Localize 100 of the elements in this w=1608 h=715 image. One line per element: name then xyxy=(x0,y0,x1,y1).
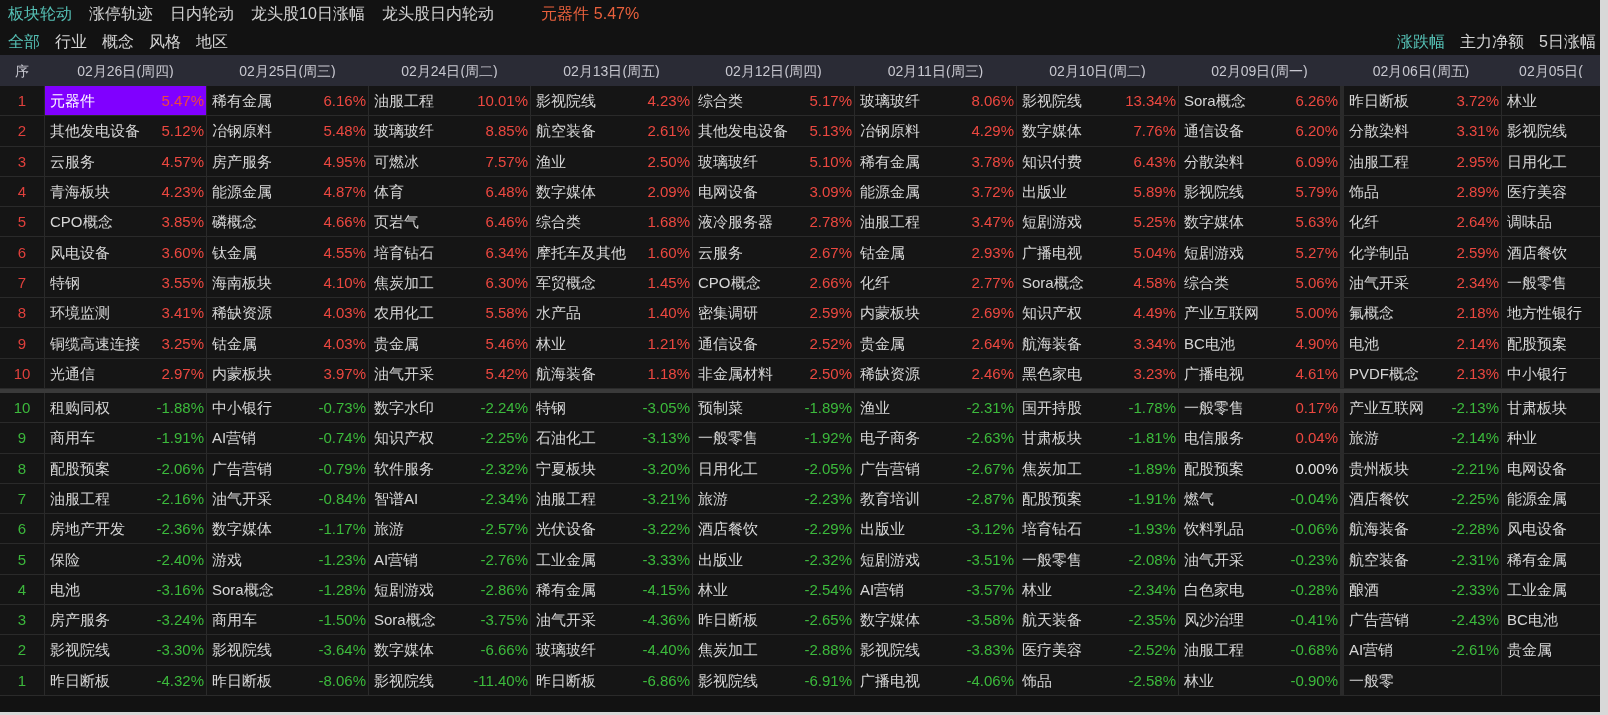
table-cell[interactable]: 知识产权 4.49% xyxy=(1017,298,1178,328)
table-cell[interactable]: 广播电视 5.04% xyxy=(1017,237,1178,267)
table-cell[interactable]: 焦炭加工 -2.88% xyxy=(693,635,854,665)
table-cell[interactable]: 昨日断板 -6.86% xyxy=(531,665,692,695)
table-cell[interactable]: 知识付费 6.43% xyxy=(1017,146,1178,176)
table-cell[interactable]: 保险 -2.40% xyxy=(45,544,206,574)
table-cell[interactable]: 油服工程 3.47% xyxy=(855,207,1016,237)
table-cell[interactable]: 林业 -0.90% xyxy=(1179,665,1340,695)
table-cell[interactable]: 一般零售 xyxy=(1502,267,1600,298)
table-cell[interactable]: PVDF概念 2.13% xyxy=(1344,358,1501,388)
table-cell[interactable]: 广告营销 -2.43% xyxy=(1344,605,1501,635)
table-cell[interactable]: 密集调研 2.59% xyxy=(693,298,854,328)
top-tab[interactable]: 龙头股10日涨幅 xyxy=(251,6,365,22)
table-cell[interactable]: 航空装备 -2.31% xyxy=(1344,544,1501,574)
table-cell[interactable]: 玻璃玻纤 -4.40% xyxy=(531,635,692,665)
table-cell[interactable]: 稀有金属 xyxy=(1502,544,1600,574)
table-cell[interactable]: 玻璃玻纤 8.06% xyxy=(855,86,1016,116)
table-cell[interactable]: 油服工程 2.95% xyxy=(1344,146,1501,176)
table-cell[interactable]: 中小银行 xyxy=(1502,358,1600,388)
table-cell[interactable]: 焦炭加工 -1.89% xyxy=(1017,453,1178,483)
table-cell[interactable]: 短剧游戏 -3.51% xyxy=(855,544,1016,574)
table-cell[interactable]: 焦炭加工 6.30% xyxy=(369,267,530,298)
top-tab[interactable]: 涨停轨迹 xyxy=(89,6,153,22)
table-cell[interactable]: 林业 1.21% xyxy=(531,328,692,358)
table-cell[interactable]: Sora概念 6.26% xyxy=(1179,86,1340,116)
table-cell[interactable]: 数字媒体 2.09% xyxy=(531,176,692,207)
table-cell[interactable]: 昨日断板 -8.06% xyxy=(207,665,368,695)
table-cell[interactable]: 酿酒 -2.33% xyxy=(1344,574,1501,605)
filter-tab[interactable]: 概念 xyxy=(102,33,134,50)
table-cell[interactable]: 电信服务 0.04% xyxy=(1179,423,1340,453)
table-cell[interactable]: 青海板块 4.23% xyxy=(45,176,206,207)
table-cell[interactable]: 云服务 2.67% xyxy=(693,237,854,267)
table-cell[interactable]: 光通信 2.97% xyxy=(45,358,206,388)
table-cell[interactable]: 工业金属 -3.33% xyxy=(531,544,692,574)
table-cell[interactable]: 分散染料 6.09% xyxy=(1179,146,1340,176)
table-cell[interactable]: 出版业 -3.12% xyxy=(855,514,1016,544)
table-cell[interactable]: 贵金属 2.64% xyxy=(855,328,1016,358)
table-cell[interactable]: 旅游 -2.57% xyxy=(369,514,530,544)
table-cell[interactable]: 特钢 -3.05% xyxy=(531,392,692,423)
table-cell[interactable]: 一般零售 0.17% xyxy=(1179,392,1340,423)
table-cell[interactable]: 氟概念 2.18% xyxy=(1344,298,1501,328)
metric-tab[interactable]: 主力净额 xyxy=(1460,33,1525,50)
table-cell[interactable]: 化学制品 2.59% xyxy=(1344,237,1501,267)
table-cell[interactable]: 可燃冰 7.57% xyxy=(369,146,530,176)
table-cell[interactable]: 数字媒体 -1.17% xyxy=(207,514,368,544)
top-tab[interactable]: 龙头股日内轮动 xyxy=(381,6,494,22)
table-cell[interactable]: 出版业 -2.32% xyxy=(693,544,854,574)
table-cell[interactable]: 影视院线 -11.40% xyxy=(369,665,530,695)
table-cell[interactable]: 环境监测 3.41% xyxy=(45,298,206,328)
table-cell[interactable]: 昨日断板 -4.32% xyxy=(45,665,206,695)
table-cell[interactable]: 钴金属 2.93% xyxy=(855,237,1016,267)
table-cell[interactable]: 电池 -3.16% xyxy=(45,574,206,605)
table-cell[interactable]: 钛金属 4.55% xyxy=(207,237,368,267)
table-cell[interactable]: 通信设备 6.20% xyxy=(1179,116,1340,146)
table-cell[interactable]: 旅游 -2.14% xyxy=(1344,423,1501,453)
table-cell[interactable]: 油气开采 -0.23% xyxy=(1179,544,1340,574)
table-cell[interactable]: 影视院线 xyxy=(1502,116,1600,146)
table-cell[interactable]: BC电池 4.90% xyxy=(1179,328,1340,358)
table-cell[interactable]: 配股预案 -2.06% xyxy=(45,453,206,483)
table-cell[interactable]: 稀有金属 3.78% xyxy=(855,146,1016,176)
table-cell[interactable]: 油气开采 -0.84% xyxy=(207,483,368,514)
table-cell[interactable]: 酒店餐饮 -2.29% xyxy=(693,514,854,544)
table-cell[interactable]: 贵金属 xyxy=(1502,635,1600,665)
table-cell[interactable]: 商用车 -1.50% xyxy=(207,605,368,635)
table-cell[interactable]: 能源金属 3.72% xyxy=(855,176,1016,207)
table-cell[interactable]: 渔业 2.50% xyxy=(531,146,692,176)
table-cell[interactable]: 林业 -2.54% xyxy=(693,574,854,605)
table-cell[interactable]: 其他发电设备 5.13% xyxy=(693,116,854,146)
table-cell[interactable]: 智谱AI -2.34% xyxy=(369,483,530,514)
table-cell[interactable]: 医疗美容 -2.52% xyxy=(1017,635,1178,665)
table-cell[interactable]: 房产服务 -3.24% xyxy=(45,605,206,635)
table-cell[interactable]: 体育 6.48% xyxy=(369,176,530,207)
table-cell[interactable]: 黑色家电 3.23% xyxy=(1017,358,1178,388)
table-cell[interactable]: 军贸概念 1.45% xyxy=(531,267,692,298)
table-cell[interactable]: 石油化工 -3.13% xyxy=(531,423,692,453)
table-cell[interactable]: 稀缺资源 2.46% xyxy=(855,358,1016,388)
table-cell[interactable]: 房产服务 4.95% xyxy=(207,146,368,176)
table-cell[interactable]: 电子商务 -2.63% xyxy=(855,423,1016,453)
table-cell[interactable]: 冶钢原料 4.29% xyxy=(855,116,1016,146)
table-cell[interactable]: 日用化工 xyxy=(1502,146,1600,176)
table-cell[interactable]: 油服工程 -0.68% xyxy=(1179,635,1340,665)
table-cell[interactable]: 配股预案 xyxy=(1502,328,1600,358)
table-cell[interactable]: 渔业 -2.31% xyxy=(855,392,1016,423)
table-cell[interactable]: 影视院线 -6.91% xyxy=(693,665,854,695)
table-cell[interactable]: 广播电视 -4.06% xyxy=(855,665,1016,695)
filter-tab[interactable]: 地区 xyxy=(196,33,228,50)
table-cell[interactable]: 昨日断板 3.72% xyxy=(1344,86,1501,116)
table-cell[interactable]: 电池 2.14% xyxy=(1344,328,1501,358)
table-cell[interactable]: 电网设备 3.09% xyxy=(693,176,854,207)
table-cell[interactable]: 航海装备 3.34% xyxy=(1017,328,1178,358)
table-cell[interactable]: 玻璃玻纤 8.85% xyxy=(369,116,530,146)
table-cell[interactable]: 甘肃板块 xyxy=(1502,392,1600,423)
table-cell[interactable]: 油服工程 -2.16% xyxy=(45,483,206,514)
table-cell[interactable]: Sora概念 -1.28% xyxy=(207,574,368,605)
table-cell[interactable]: 航海装备 1.18% xyxy=(531,358,692,388)
table-cell[interactable]: 配股预案 -1.91% xyxy=(1017,483,1178,514)
table-cell[interactable]: 出版业 5.89% xyxy=(1017,176,1178,207)
table-cell[interactable]: 饰品 2.89% xyxy=(1344,176,1501,207)
table-cell[interactable]: 燃气 -0.04% xyxy=(1179,483,1340,514)
table-cell[interactable]: 教育培训 -2.87% xyxy=(855,483,1016,514)
